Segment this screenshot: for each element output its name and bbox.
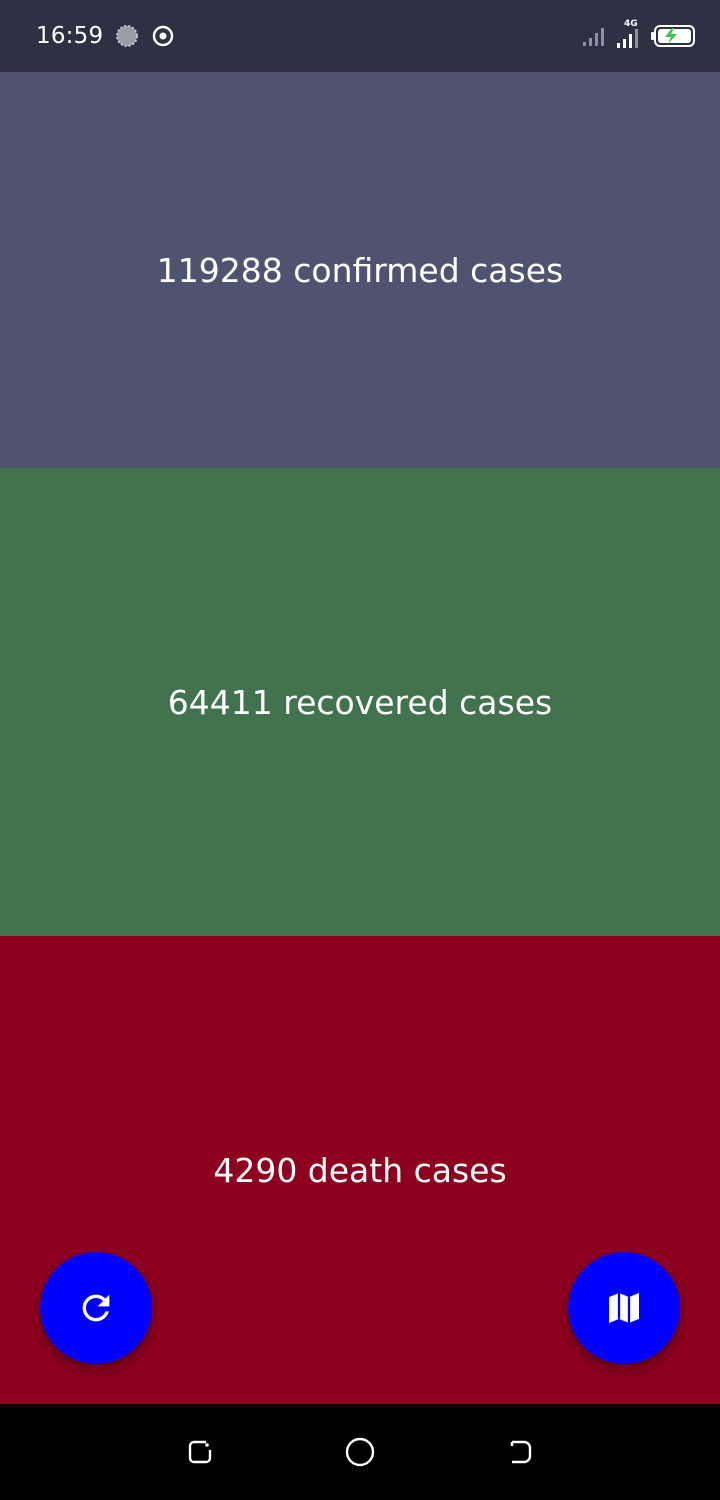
confirmed-cases-panel: 119288 confirmed cases xyxy=(0,72,720,468)
system-nav-bar xyxy=(0,1404,720,1500)
back-icon xyxy=(504,1436,536,1468)
refresh-icon xyxy=(76,1288,116,1328)
status-left: 16:59 xyxy=(36,23,175,49)
death-cases-label: 4290 death cases xyxy=(213,1150,507,1190)
recents-button[interactable] xyxy=(170,1422,230,1482)
home-button[interactable] xyxy=(330,1422,390,1482)
confirmed-cases-label: 119288 confirmed cases xyxy=(156,250,564,290)
map-button[interactable] xyxy=(568,1252,680,1364)
battery-charging-icon xyxy=(650,24,696,48)
home-icon xyxy=(343,1435,377,1469)
refresh-button[interactable] xyxy=(40,1252,152,1364)
status-right: 4G xyxy=(582,19,696,49)
recovered-cases-panel: 64411 recovered cases xyxy=(0,468,720,936)
signal-icon xyxy=(582,25,608,47)
loading-icon xyxy=(115,24,139,48)
recents-icon xyxy=(184,1436,216,1468)
location-target-icon xyxy=(151,24,175,48)
back-button[interactable] xyxy=(490,1422,550,1482)
map-icon xyxy=(604,1288,644,1328)
recovered-cases-label: 64411 recovered cases xyxy=(167,682,553,722)
network-type-label: 4G xyxy=(624,19,638,29)
signal-4g-icon: 4G xyxy=(616,19,642,49)
status-time: 16:59 xyxy=(36,23,104,49)
status-bar: 16:59 4G xyxy=(0,0,720,72)
